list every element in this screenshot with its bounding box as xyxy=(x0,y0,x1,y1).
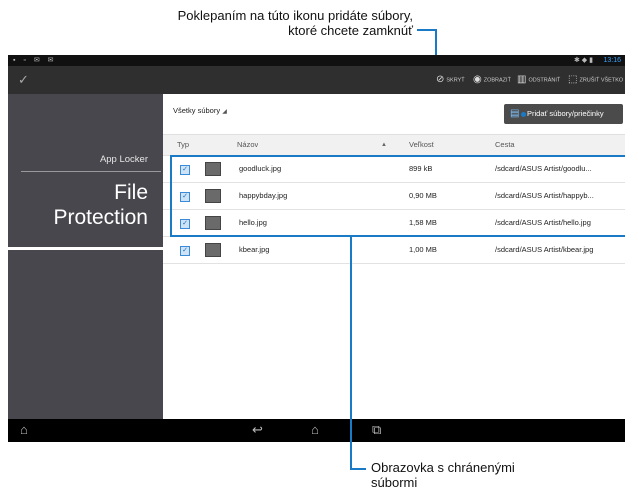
filter-label: Všetky súbory xyxy=(173,106,221,115)
row-name: kbear.jpg xyxy=(239,245,270,254)
back-icon[interactable]: ↩ xyxy=(252,422,263,438)
notification-icons: ▪ ▫ ✉ ✉ xyxy=(13,57,57,64)
hide-button[interactable]: ⊘ SKRYŤ xyxy=(436,66,465,94)
row-size: 1,00 MB xyxy=(409,245,437,254)
checkmark-icon[interactable]: ✓ xyxy=(18,72,29,88)
filter-dropdown[interactable]: Všetky súbory ◢ xyxy=(173,106,227,115)
row-path: /sdcard/ASUS Artist/kbear.jpg xyxy=(495,245,594,254)
action-bar: ✓ ⊘ SKRYŤ ◉ ZOBRAZIŤ ▥ ODSTRÁNIŤ ⬚ ZRUŠIŤ VŠ… xyxy=(8,66,625,94)
eye-icon: ◉ xyxy=(473,74,482,85)
image-file-icon xyxy=(205,243,221,257)
sidebar-app-title[interactable]: App Locker xyxy=(100,154,148,165)
table-header: Typ Názov ▲ Veľkosť Cesta xyxy=(163,134,625,156)
callout-protected-screen: Obrazovka s chránenými súbormi xyxy=(371,460,515,490)
sort-arrow-icon: ▲ xyxy=(381,142,387,148)
sidebar-divider-top xyxy=(21,171,161,172)
navigation-bar: ⌂ ↩ ⌂ ⧉ xyxy=(8,419,625,442)
callout-leader-bottom-v xyxy=(350,237,352,470)
callout-add-files-line1: Poklepaním na túto ikonu pridáte súbory, xyxy=(177,8,413,23)
add-files-pointer-dot xyxy=(521,112,526,117)
callout-add-files: Poklepaním na túto ikonu pridáte súbory,… xyxy=(178,8,413,38)
delete-label: ODSTRÁNIŤ xyxy=(528,77,561,84)
home-icon[interactable]: ⌂ xyxy=(311,422,319,437)
callout-leader-bottom-h xyxy=(350,468,366,470)
sidebar: App Locker File Protection xyxy=(8,94,163,419)
callout-add-files-line2: ktoré chcete zamknúť xyxy=(288,23,413,38)
sidebar-item-label-line1: File xyxy=(114,181,148,204)
hide-label: SKRYŤ xyxy=(446,77,465,84)
screenshot-icon[interactable]: ⌂ xyxy=(20,422,28,437)
dropdown-triangle-icon: ◢ xyxy=(222,109,227,115)
sidebar-item-file-protection[interactable]: File Protection xyxy=(53,180,148,230)
callout-protected-screen-line1: Obrazovka s chránenými xyxy=(371,460,515,475)
protected-files-highlight xyxy=(170,155,625,237)
delete-button[interactable]: ▥ ODSTRÁNIŤ xyxy=(517,66,560,94)
status-bar: ▪ ▫ ✉ ✉ ✱ ◆ ▮ 13:16 xyxy=(8,55,625,66)
unselect-all-label: ZRUŠIŤ VŠETKO xyxy=(579,77,624,84)
tablet-screen: ▪ ▫ ✉ ✉ ✱ ◆ ▮ 13:16 ✓ ⊘ SKRYŤ ◉ ZOBRAZIŤ ▥… xyxy=(8,55,625,442)
row-checkbox[interactable]: ✓ xyxy=(180,246,190,256)
column-header-type[interactable]: Typ xyxy=(177,135,189,155)
column-header-size[interactable]: Veľkosť xyxy=(409,135,434,155)
recent-apps-icon[interactable]: ⧉ xyxy=(372,422,381,438)
trash-icon: ▥ xyxy=(517,74,527,85)
sidebar-item-label-line2: Protection xyxy=(53,206,148,229)
table-row[interactable]: ✓ kbear.jpg 1,00 MB /sdcard/ASUS Artist/… xyxy=(163,237,625,264)
add-files-label: Pridať súbory/priečinky xyxy=(527,109,604,118)
file-list-panel: Všetky súbory ◢ ▤ Pridať súbory/priečink… xyxy=(163,94,625,419)
status-time: 13:16 xyxy=(603,57,621,64)
unselect-all-button[interactable]: ⬚ ZRUŠIŤ VŠETKO xyxy=(568,66,623,94)
callout-leader-top-h xyxy=(417,29,437,31)
unselect-icon: ⬚ xyxy=(568,74,578,85)
sidebar-selection-bar xyxy=(8,247,163,250)
add-files-icon: ▤ xyxy=(510,108,520,119)
column-header-name[interactable]: Názov xyxy=(237,135,258,155)
show-button[interactable]: ◉ ZOBRAZIŤ xyxy=(473,66,511,94)
system-icons: ✱ ◆ ▮ xyxy=(574,57,593,64)
eye-off-icon: ⊘ xyxy=(436,74,445,85)
show-label: ZOBRAZIŤ xyxy=(483,77,511,84)
column-header-path[interactable]: Cesta xyxy=(495,135,515,155)
callout-protected-screen-line2: súbormi xyxy=(371,475,418,490)
